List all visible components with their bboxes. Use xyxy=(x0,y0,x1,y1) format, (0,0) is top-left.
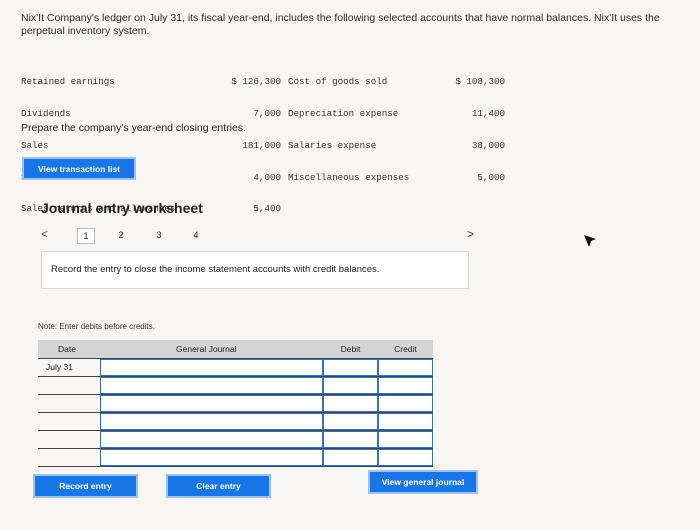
record-entry-button[interactable]: Record entry xyxy=(33,474,138,498)
account-value: 4,000 xyxy=(253,171,281,183)
account-value: 5,000 xyxy=(477,171,505,183)
account-name: Dividends xyxy=(21,107,71,119)
worksheet-pager: < 1 2 3 4 > xyxy=(41,227,481,244)
accounts-right-values: $ 108,300 11,400 38,000 5,000 xyxy=(450,56,505,194)
page-tab-2[interactable]: 2 xyxy=(113,230,129,240)
account-name: Salaries expense xyxy=(288,139,377,151)
credit-input[interactable] xyxy=(378,449,433,466)
row-divider xyxy=(38,466,433,467)
chevron-right-icon[interactable]: > xyxy=(467,227,474,241)
header-date: Date xyxy=(38,340,100,358)
credit-input[interactable] xyxy=(378,377,433,394)
debit-input[interactable] xyxy=(323,431,378,448)
task-prompt: Prepare the company's year-end closing e… xyxy=(21,122,246,134)
debit-input[interactable] xyxy=(323,377,378,394)
journal-input[interactable] xyxy=(100,359,323,376)
accounts-right-names: Cost of goods sold Depreciation expense … xyxy=(288,56,409,194)
page-tab-3[interactable]: 3 xyxy=(151,230,167,240)
mouse-cursor-icon xyxy=(583,234,597,253)
clear-entry-button[interactable]: Clear entry xyxy=(166,474,271,498)
account-name: Sales xyxy=(21,139,49,151)
debit-input[interactable] xyxy=(323,413,378,430)
journal-input[interactable] xyxy=(100,395,323,412)
account-value: $ 126,300 xyxy=(231,76,281,88)
journal-input[interactable] xyxy=(100,377,323,394)
credit-input[interactable] xyxy=(378,395,433,412)
credit-input[interactable] xyxy=(378,431,433,448)
credit-input[interactable] xyxy=(378,413,433,430)
debit-credit-note: Note: Enter debits before credits. xyxy=(38,322,155,331)
journal-input[interactable] xyxy=(100,449,323,466)
debit-input[interactable] xyxy=(323,395,378,412)
debit-input[interactable] xyxy=(323,359,378,376)
header-general-journal: General Journal xyxy=(100,340,323,358)
view-transaction-list-button[interactable]: View transaction list xyxy=(22,157,136,180)
account-value: $ 108,300 xyxy=(455,76,505,88)
header-debit: Debit xyxy=(323,340,378,358)
problem-intro: Nix'It Company's ledger on July 31, its … xyxy=(21,12,660,37)
account-name: Cost of goods sold xyxy=(288,76,388,88)
entry-instruction-box: Record the entry to close the income sta… xyxy=(41,251,469,289)
credit-input[interactable] xyxy=(378,359,433,376)
view-general-journal-button[interactable]: View general journal xyxy=(368,470,478,494)
account-value: 5,400 xyxy=(253,203,281,215)
account-value: 181,000 xyxy=(242,139,281,151)
account-value: 7,000 xyxy=(253,107,281,119)
entry-instruction: Record the entry to close the income sta… xyxy=(51,264,380,275)
account-name: Depreciation expense xyxy=(288,107,399,119)
accounts-left-values: $ 126,300 7,000 181,000 4,000 5,400 xyxy=(229,56,281,226)
account-name: Retained earnings xyxy=(21,76,115,88)
page-tab-4[interactable]: 4 xyxy=(188,230,204,240)
account-name: Miscellaneous expenses xyxy=(288,171,410,183)
account-value: 11,400 xyxy=(471,107,505,119)
chevron-left-icon[interactable]: < xyxy=(41,227,48,241)
page-tab-1[interactable]: 1 xyxy=(77,228,95,244)
debit-input[interactable] xyxy=(323,449,378,466)
account-value: 38,000 xyxy=(471,139,505,151)
header-credit: Credit xyxy=(378,340,433,358)
date-cell: July 31 xyxy=(46,362,73,372)
journal-input[interactable] xyxy=(100,431,323,448)
worksheet-title: Journal entry worksheet xyxy=(41,200,203,216)
journal-input[interactable] xyxy=(100,413,323,430)
